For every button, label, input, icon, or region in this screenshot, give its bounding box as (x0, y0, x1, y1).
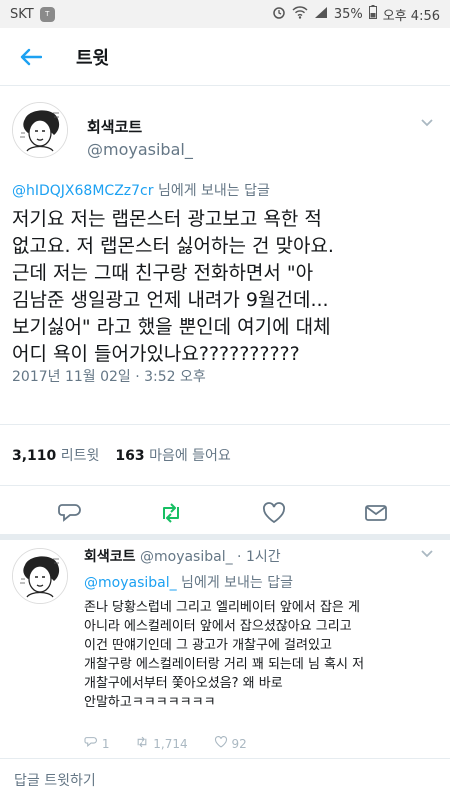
chevron-down-icon[interactable] (420, 548, 434, 563)
tweet-text-line: 근데 저는 그때 친구랑 전화하면서 "아 (12, 262, 314, 284)
reply-text-line: 이건 딴얘기인데 그 광고가 개찰구에 걸려있고 (84, 638, 332, 653)
tweet-stats: 3,110 리트윗 163 마음에 들어요 (12, 445, 231, 465)
status-indicators: 35% 오후 4:56 (272, 5, 440, 24)
reply-icon (84, 737, 97, 747)
tweet-text-line: 저기요 저는 랩몬스터 광고보고 욕한 적 (12, 208, 322, 230)
retweet-icon (138, 736, 147, 748)
reply-username[interactable]: @moyasibal_ (140, 549, 233, 565)
signal-icon (314, 6, 328, 23)
status-bar: SKT T 35% 오후 4:56 (0, 0, 450, 28)
divider (0, 424, 450, 425)
reply-text-line: 존나 당황스럽네 그리고 엘리베이터 앞에서 잡은 게 (84, 600, 360, 615)
reply-context: @moyasibal_ 님에게 보내는 답글 (84, 572, 293, 592)
arrow-left-icon (20, 48, 42, 65)
like-count: 163 (115, 448, 145, 464)
back-button[interactable] (0, 28, 62, 86)
carrier-app-icon: T (39, 6, 55, 22)
reply-mention-link[interactable]: @hIDQJX68MCZz7cr (12, 183, 154, 199)
mail-icon[interactable] (364, 501, 388, 525)
divider (0, 485, 450, 486)
tweet-text-line: 보기싫어" 라고 했을 뿐인데 여기에 대체 (12, 316, 331, 338)
tweet-text-line: 어디 욕이 들어가있나요?????????? (12, 343, 300, 365)
reply-like-count[interactable]: 92 (214, 736, 247, 751)
retweet-icon[interactable] (159, 501, 183, 525)
tweet-author-row: 회색코트 @moyasibal_ (0, 86, 450, 164)
carrier-label: SKT (10, 6, 34, 22)
reply-text-line: 안말하고ㅋㅋㅋㅋㅋㅋㅋ (84, 695, 216, 710)
page-title: 트윗 (76, 47, 110, 69)
reply-count-value: 1 (101, 737, 110, 751)
like-count-value: 92 (231, 737, 247, 751)
tweet-text-line: 김남준 생일광고 언제 내려가 9월건데... (12, 289, 329, 311)
tweet-timestamp: 2017년 11월 02일 · 3:52 오후 (12, 369, 206, 385)
reply-mention-link[interactable]: @moyasibal_ (84, 575, 177, 591)
battery-icon (368, 5, 377, 23)
reply-display-name[interactable]: 회색코트 (84, 549, 136, 565)
status-time: 오후 4:56 (382, 8, 440, 24)
wifi-icon (292, 5, 308, 23)
carrier-group: SKT T (10, 6, 55, 22)
reply-action-bar: 1 1,714 92 (84, 736, 247, 751)
reply-context: @hIDQJX68MCZz7cr 님에게 보내는 답글 (12, 180, 270, 200)
reply-reply-count[interactable]: 1 (84, 736, 109, 751)
tweet-text-line: 없고요. 저 랩몬스터 싫어하는 건 맞아요. (12, 235, 334, 257)
tweet-action-bar (0, 493, 450, 533)
reply-time: · 1시간 (237, 549, 281, 565)
avatar[interactable] (12, 102, 68, 158)
reply-text: 존나 당황스럽네 그리고 엘리베이터 앞에서 잡은 게 아니라 에스컬레이터 앞… (84, 598, 440, 712)
reply-compose-input[interactable]: 답글 트윗하기 (0, 758, 450, 800)
battery-percent: 35% (333, 6, 363, 22)
tweet-text: 저기요 저는 랩몬스터 광고보고 욕한 적 없고요. 저 랩몬스터 싫어하는 건… (12, 206, 438, 368)
reply-icon[interactable] (58, 501, 82, 525)
reply-retweet-count[interactable]: 1,714 (135, 736, 188, 751)
alarm-icon (272, 5, 286, 23)
like-stat[interactable]: 163 마음에 들어요 (115, 445, 230, 465)
heart-icon[interactable] (262, 501, 286, 525)
heart-icon (214, 736, 227, 748)
retweet-stat[interactable]: 3,110 리트윗 (12, 445, 99, 465)
retweet-label: 리트윗 (60, 448, 100, 464)
reply-text-line: 개찰구에서부터 쫓아오셨음? 왜 바로 (84, 676, 283, 691)
reply-context-suffix: 님에게 보내는 답글 (176, 575, 293, 591)
like-label: 마음에 들어요 (149, 448, 231, 464)
retweet-count-value: 1,714 (153, 737, 188, 751)
reply-text-line: 개찰구랑 에스컬레이터랑 거리 꽤 되는데 님 혹시 저 (84, 657, 365, 672)
reply-context-suffix: 님에게 보내는 답글 (153, 183, 270, 199)
author-username[interactable]: @moyasibal_ (87, 140, 193, 159)
reply-tweet[interactable]: 회색코트 @moyasibal_ · 1시간 @moyasibal_ 님에게 보… (0, 540, 450, 758)
chevron-down-icon[interactable] (420, 116, 434, 132)
retweet-count: 3,110 (12, 448, 57, 464)
reply-text-line: 아니라 에스컬레이터 앞에서 잡으셨잖아요 그리고 (84, 619, 352, 634)
reply-header: 회색코트 @moyasibal_ · 1시간 (84, 546, 281, 566)
app-header: 트윗 (0, 28, 450, 86)
tweet-detail: 회색코트 @moyasibal_ (0, 86, 450, 164)
avatar[interactable] (12, 548, 68, 604)
author-display-name[interactable]: 회색코트 (87, 116, 142, 137)
